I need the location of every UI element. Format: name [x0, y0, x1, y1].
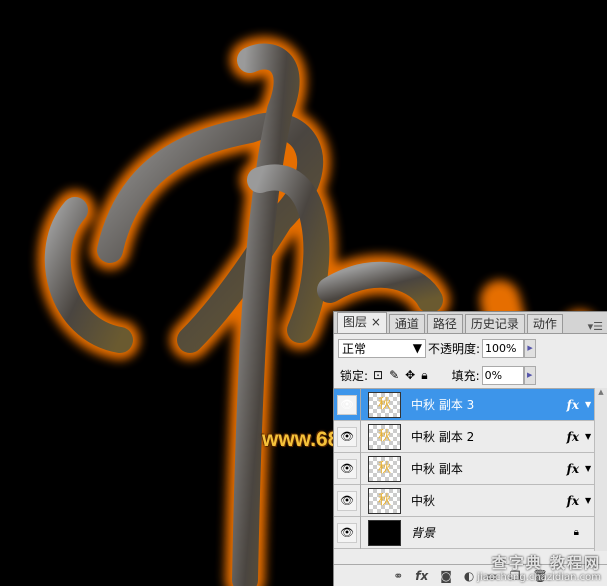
fx-icon[interactable]: fx	[567, 494, 579, 508]
eye-icon[interactable]: 👁︎	[337, 490, 357, 511]
layer-name: 中秋 副本 3	[411, 398, 475, 412]
eye-icon[interactable]: 👁︎	[337, 522, 357, 543]
layer-thumbnail: 秋	[368, 391, 401, 418]
layer-name: 中秋	[411, 494, 436, 508]
eye-icon[interactable]: 👁︎	[337, 426, 357, 447]
panel-tabs: 图层 × 通道 路径 历史记录 动作	[334, 312, 607, 334]
lock-pixels-icon[interactable]: ✎	[389, 368, 399, 382]
tab-layers[interactable]: 图层 ×	[337, 312, 387, 333]
lock-position-icon[interactable]: ✥	[405, 368, 415, 382]
blend-mode-select[interactable]: 正常 ▼	[338, 338, 426, 358]
layer-thumbnail	[368, 519, 401, 546]
eye-icon[interactable]: 👁︎	[337, 458, 357, 479]
fx-icon[interactable]: fx	[567, 430, 579, 444]
layer-row[interactable]: 👁︎ 秋中秋 副本 2 fx ▼	[334, 420, 595, 453]
layers-scrollbar[interactable]: ▲	[594, 388, 607, 551]
tab-actions[interactable]: 动作	[526, 314, 563, 333]
lock-all-icon[interactable]: 🔒︎	[421, 368, 427, 383]
layer-row[interactable]: 👁︎ 秋中秋 副本 fx ▼	[334, 452, 595, 485]
opacity-input[interactable]: 100%	[482, 338, 525, 358]
tab-channels[interactable]: 通道	[388, 314, 425, 333]
layer-name: 中秋 副本 2	[411, 430, 475, 444]
tab-paths[interactable]: 路径	[426, 314, 463, 333]
opacity-label: 不透明度:	[428, 341, 481, 356]
lock-transparency-icon[interactable]: ⊡	[373, 368, 383, 382]
blend-mode-value: 正常	[342, 341, 367, 356]
eye-icon[interactable]: 👁︎	[337, 394, 357, 415]
adjustment-icon[interactable]: ◐	[464, 569, 474, 583]
fx-icon[interactable]: fx	[567, 398, 579, 412]
mask-icon[interactable]: ◙	[440, 569, 452, 583]
layers-list: 👁︎ 秋中秋 副本 3 fx ▼ 👁︎ 秋中秋 副本 2 fx ▼ 👁︎ 秋中秋 副本 fx ▼ …	[334, 388, 595, 551]
link-icon[interactable]: ⚭	[393, 569, 403, 583]
panel-menu-icon[interactable]: ▾☰	[588, 320, 603, 333]
fx-icon[interactable]: fx	[567, 462, 579, 476]
layer-row[interactable]: 👁︎ 秋中秋 fx ▼	[334, 484, 595, 517]
tab-history[interactable]: 历史记录	[464, 314, 525, 333]
layer-row[interactable]: 👁︎ 秋中秋 副本 3 fx ▼	[334, 388, 595, 421]
layer-name: 背景	[411, 526, 436, 540]
layers-panel: 图层 × 通道 路径 历史记录 动作 ▾☰ 正常 ▼ 不透明度: 100% ▶ 锁…	[333, 311, 607, 586]
fill-label: 填充:	[451, 368, 480, 383]
fill-input[interactable]: 0%	[481, 365, 524, 385]
chevron-down-icon: ▼	[412, 341, 422, 355]
layer-thumbnail: 秋	[368, 455, 401, 482]
layer-name: 中秋 副本	[411, 462, 463, 476]
lock-icon: 🔒︎	[573, 527, 579, 538]
layer-row[interactable]: 👁︎ 背景 🔒︎	[334, 516, 595, 549]
fx-icon[interactable]: fx	[415, 569, 428, 583]
opacity-slider-button[interactable]: ▶	[524, 338, 537, 358]
fill-slider-button[interactable]: ▶	[523, 365, 536, 385]
lock-label: 锁定:	[340, 368, 369, 383]
watermark-chazidian: 查字典 教程网 jiaocheng.chazidian.com	[477, 554, 601, 583]
layer-thumbnail: 秋	[368, 423, 401, 450]
layer-thumbnail: 秋	[368, 487, 401, 514]
